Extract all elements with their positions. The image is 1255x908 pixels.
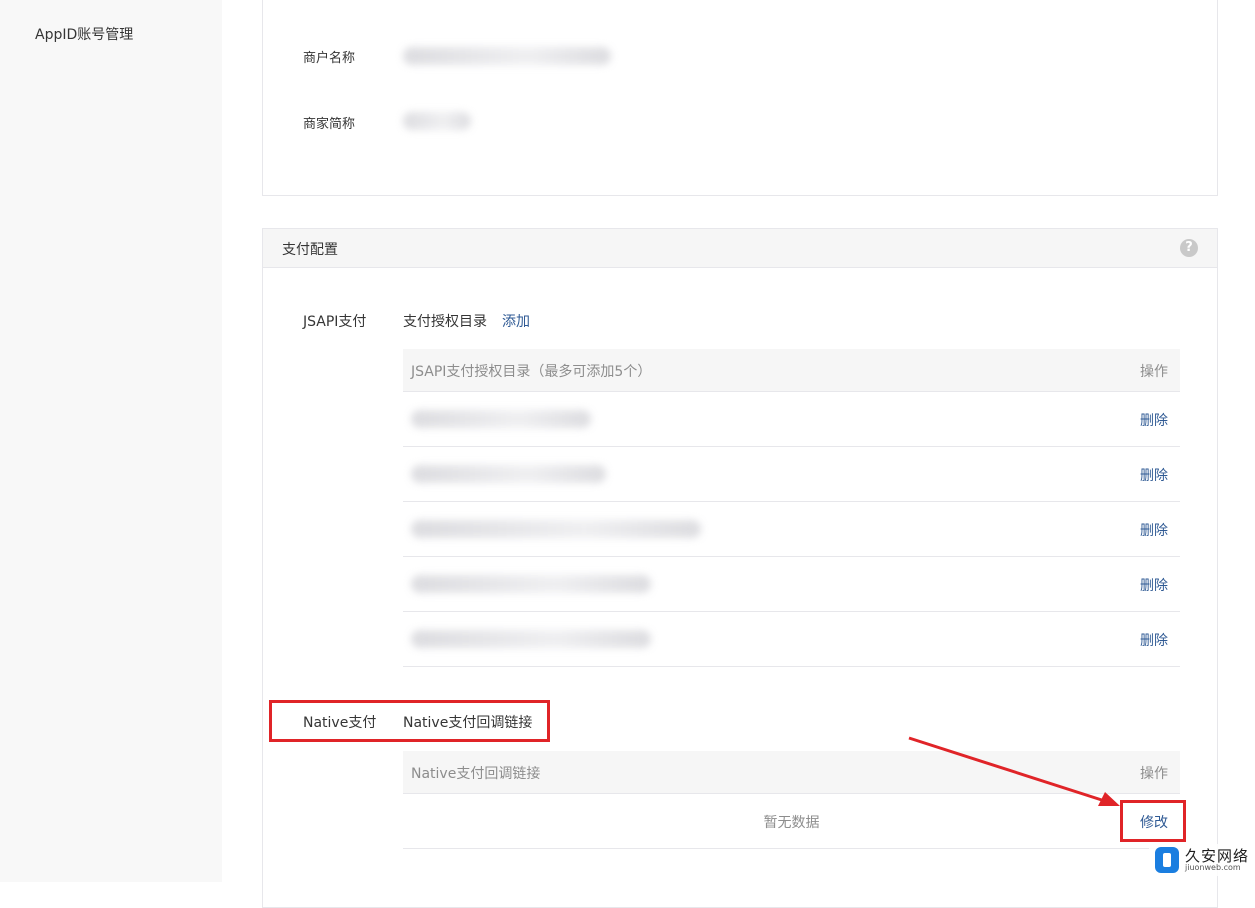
- sidebar-item-appid-account[interactable]: AppID账号管理: [35, 24, 133, 44]
- table-header: Native支付回调链接 操作: [403, 751, 1180, 794]
- dir-value-blurred: [411, 630, 651, 648]
- sidebar: AppID账号管理: [0, 0, 222, 882]
- native-callback-table: Native支付回调链接 操作 暂无数据 修改: [403, 751, 1180, 849]
- jsapi-pay-label: JSAPI支付: [303, 314, 367, 330]
- merchant-name-label: 商户名称: [303, 51, 356, 66]
- merchant-name-value-blurred: [403, 47, 611, 65]
- col-header-link: Native支付回调链接: [411, 766, 541, 782]
- watermark-logo-icon: [1155, 847, 1179, 873]
- annotation-box-native: [269, 700, 550, 742]
- watermark-subtext: jiuonweb.com: [1185, 863, 1241, 872]
- jsapi-dir-table: JSAPI支付授权目录（最多可添加5个） 操作 删除 删除 删除 删除 删除: [403, 349, 1180, 667]
- dir-value-blurred: [411, 465, 606, 483]
- annotation-box-modify: [1120, 800, 1186, 842]
- table-row: 删除: [403, 557, 1180, 612]
- col-header-action: 操作: [1140, 766, 1168, 782]
- delete-link[interactable]: 删除: [1140, 575, 1168, 595]
- dir-value-blurred: [411, 520, 701, 538]
- col-header-action: 操作: [1140, 364, 1168, 380]
- merchant-short-name-label: 商家简称: [303, 117, 356, 132]
- question-circle-icon[interactable]: ?: [1180, 239, 1198, 257]
- dir-value-blurred: [411, 575, 651, 593]
- delete-link[interactable]: 删除: [1140, 520, 1168, 540]
- table-row: 删除: [403, 447, 1180, 502]
- table-row: 删除: [403, 502, 1180, 557]
- delete-link[interactable]: 删除: [1140, 410, 1168, 430]
- table-header: JSAPI支付授权目录（最多可添加5个） 操作: [403, 349, 1180, 392]
- merchant-short-name-value-blurred: [403, 112, 471, 130]
- pay-config-header: 支付配置 ?: [263, 229, 1217, 268]
- table-row: 暂无数据 修改: [403, 794, 1180, 849]
- col-header-dir: JSAPI支付授权目录（最多可添加5个）: [411, 364, 652, 380]
- pay-config-title: 支付配置: [282, 242, 338, 258]
- pay-config-card: 支付配置 ? JSAPI支付 支付授权目录 添加 JSAPI支付授权目录（最多可…: [262, 228, 1218, 908]
- empty-text: 暂无数据: [763, 815, 820, 831]
- add-dir-link[interactable]: 添加: [502, 311, 530, 331]
- dir-value-blurred: [411, 410, 591, 428]
- delete-link[interactable]: 删除: [1140, 465, 1168, 485]
- table-row: 删除: [403, 392, 1180, 447]
- table-row: 删除: [403, 612, 1180, 667]
- merchant-info-card: 商户名称 商家简称: [262, 0, 1218, 196]
- watermark: 久安网络 jiuonweb.com: [1149, 844, 1251, 876]
- delete-link[interactable]: 删除: [1140, 630, 1168, 650]
- pay-auth-dir-label: 支付授权目录: [403, 314, 487, 330]
